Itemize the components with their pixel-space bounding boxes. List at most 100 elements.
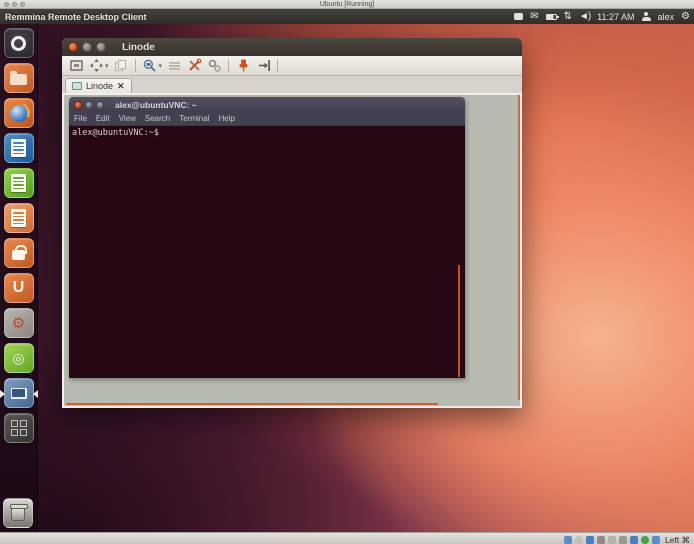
top-panel: Remmina Remote Desktop Client ✉ ⇅ ◄) 11:… bbox=[0, 9, 694, 24]
network-icon[interactable] bbox=[597, 536, 605, 544]
launcher-item-libreoffice-calc[interactable] bbox=[4, 168, 34, 198]
app-menu-title[interactable]: Remmina Remote Desktop Client bbox=[0, 12, 147, 22]
folder-icon bbox=[10, 74, 27, 85]
battery-icon[interactable] bbox=[546, 14, 557, 20]
remote-terminal-window: alex@ubuntuVNC: ~ File Edit View Search … bbox=[69, 97, 465, 378]
remmina-toolbar: ▾ ▾ bbox=[62, 56, 522, 76]
toolbar-separator bbox=[277, 59, 278, 72]
impress-presentation-icon bbox=[11, 209, 26, 227]
launcher-item-trash[interactable] bbox=[3, 498, 33, 528]
pan-dropdown-icon[interactable]: ▾ bbox=[105, 62, 109, 70]
writer-document-icon bbox=[11, 139, 26, 157]
menu-help[interactable]: Help bbox=[218, 114, 234, 123]
mail-icon[interactable]: ✉ bbox=[530, 9, 538, 24]
tab-close-icon[interactable]: ✕ bbox=[117, 81, 125, 92]
ubuntu-one-icon: U bbox=[13, 280, 25, 296]
tools-icon[interactable] bbox=[185, 57, 203, 74]
launcher-item-home-folder[interactable] bbox=[4, 63, 34, 93]
terminal-maximize-button[interactable] bbox=[96, 101, 104, 109]
vnc-viewport[interactable]: alex@ubuntuVNC: ~ File Edit View Search … bbox=[62, 93, 522, 408]
window-minimize-button[interactable] bbox=[82, 42, 92, 52]
messages-icon[interactable] bbox=[514, 13, 523, 20]
optical-drives-icon[interactable] bbox=[575, 536, 583, 544]
vm-window-titlebar[interactable]: Ubuntu [Running] bbox=[0, 0, 694, 9]
indicator-tray: ✉ ⇅ ◄) 11:27 AM alex ⚙ bbox=[514, 9, 690, 24]
launcher-item-dash-home[interactable] bbox=[4, 28, 34, 58]
fullscreen-icon[interactable] bbox=[67, 57, 85, 74]
clock[interactable]: 11:27 AM bbox=[597, 12, 634, 22]
pan-icon[interactable] bbox=[87, 57, 105, 74]
trash-icon bbox=[11, 506, 25, 521]
launcher-item-libreoffice-writer[interactable] bbox=[4, 133, 34, 163]
vnc-artifact-line bbox=[66, 403, 438, 405]
vm-window-title: Ubuntu [Running] bbox=[0, 0, 694, 9]
host-key-label: Left ⌘ bbox=[665, 535, 690, 544]
terminal-title: alex@ubuntuVNC: ~ bbox=[115, 100, 197, 110]
disconnect-icon[interactable] bbox=[234, 57, 252, 74]
tab-label: Linode bbox=[86, 81, 113, 91]
volume-icon[interactable]: ◄) bbox=[579, 9, 590, 24]
display-icon[interactable] bbox=[630, 536, 638, 544]
unity-launcher: U ⚙ ◎ bbox=[0, 24, 38, 532]
launcher-item-firefox[interactable] bbox=[4, 98, 34, 128]
vnc-artifact-line bbox=[458, 265, 460, 377]
vnc-artifact-line bbox=[518, 95, 520, 400]
session-gear-icon[interactable]: ⚙ bbox=[681, 9, 690, 24]
toolbar-separator bbox=[228, 59, 229, 72]
launcher-item-remmina[interactable] bbox=[4, 378, 34, 408]
scaled-view-icon[interactable] bbox=[141, 57, 159, 74]
launcher-item-ubuntu-software-center[interactable] bbox=[4, 238, 34, 268]
toolbar-separator bbox=[135, 59, 136, 72]
shared-folders-icon[interactable] bbox=[619, 536, 627, 544]
updater-icon: ◎ bbox=[12, 351, 24, 365]
remmina-window: Linode ▾ ▾ bbox=[62, 38, 522, 408]
menu-file[interactable]: File bbox=[74, 114, 87, 123]
settings-gears-icon[interactable] bbox=[205, 57, 223, 74]
menu-terminal[interactable]: Terminal bbox=[179, 114, 209, 123]
features-icon[interactable] bbox=[652, 536, 660, 544]
vm-status-bar: Left ⌘ bbox=[0, 532, 694, 544]
audio-icon[interactable] bbox=[586, 536, 594, 544]
menu-view[interactable]: View bbox=[119, 114, 136, 123]
user-menu-label[interactable]: alex bbox=[658, 12, 675, 22]
connection-icon bbox=[72, 82, 82, 90]
terminal-close-button[interactable] bbox=[74, 101, 82, 109]
settings-gear-icon: ⚙ bbox=[12, 316, 25, 331]
terminal-minimize-button[interactable] bbox=[85, 101, 93, 109]
terminal-menubar: File Edit View Search Terminal Help bbox=[69, 112, 465, 125]
menu-edit[interactable]: Edit bbox=[96, 114, 110, 123]
network-updown-icon[interactable]: ⇅ bbox=[564, 9, 572, 24]
remmina-tabbar: Linode ✕ bbox=[62, 76, 522, 93]
focused-indicator-icon bbox=[29, 390, 38, 398]
terminal-titlebar[interactable]: alex@ubuntuVNC: ~ bbox=[69, 97, 465, 112]
user-icon[interactable] bbox=[642, 12, 651, 21]
launcher-item-workspace-switcher[interactable] bbox=[4, 413, 34, 443]
duplicate-icon[interactable] bbox=[112, 57, 130, 74]
window-close-button[interactable] bbox=[68, 42, 78, 52]
calc-spreadsheet-icon bbox=[11, 174, 26, 192]
terminal-body[interactable]: alex@ubuntuVNC:~$ bbox=[69, 125, 465, 378]
remmina-titlebar[interactable]: Linode bbox=[62, 38, 522, 56]
video-capture-icon[interactable] bbox=[641, 536, 649, 544]
launcher-item-ubuntu-one[interactable]: U bbox=[4, 273, 34, 303]
ubuntu-logo-icon bbox=[11, 36, 26, 51]
workspaces-grid-icon bbox=[11, 420, 27, 436]
menu-search[interactable]: Search bbox=[145, 114, 170, 123]
window-maximize-button[interactable] bbox=[96, 42, 106, 52]
scale-dropdown-icon[interactable]: ▾ bbox=[159, 62, 163, 70]
vm-status-icons: Left ⌘ bbox=[564, 535, 690, 544]
terminal-prompt: alex@ubuntuVNC:~$ bbox=[72, 128, 159, 138]
remmina-monitor-icon bbox=[11, 388, 27, 399]
usb-icon[interactable] bbox=[608, 536, 616, 544]
shopping-bag-icon bbox=[12, 250, 25, 260]
launcher-item-system-settings[interactable]: ⚙ bbox=[4, 308, 34, 338]
hard-disks-icon[interactable] bbox=[564, 536, 572, 544]
exit-icon[interactable] bbox=[254, 57, 272, 74]
launcher-item-software-updater[interactable]: ◎ bbox=[4, 343, 34, 373]
launcher-item-libreoffice-impress[interactable] bbox=[4, 203, 34, 233]
desktop: Ubuntu [Running] Remmina Remote Desktop … bbox=[0, 0, 694, 544]
tab-linode[interactable]: Linode ✕ bbox=[65, 78, 132, 93]
firefox-icon bbox=[10, 104, 28, 122]
grab-keyboard-icon[interactable] bbox=[165, 57, 183, 74]
running-indicator-icon bbox=[0, 390, 9, 398]
